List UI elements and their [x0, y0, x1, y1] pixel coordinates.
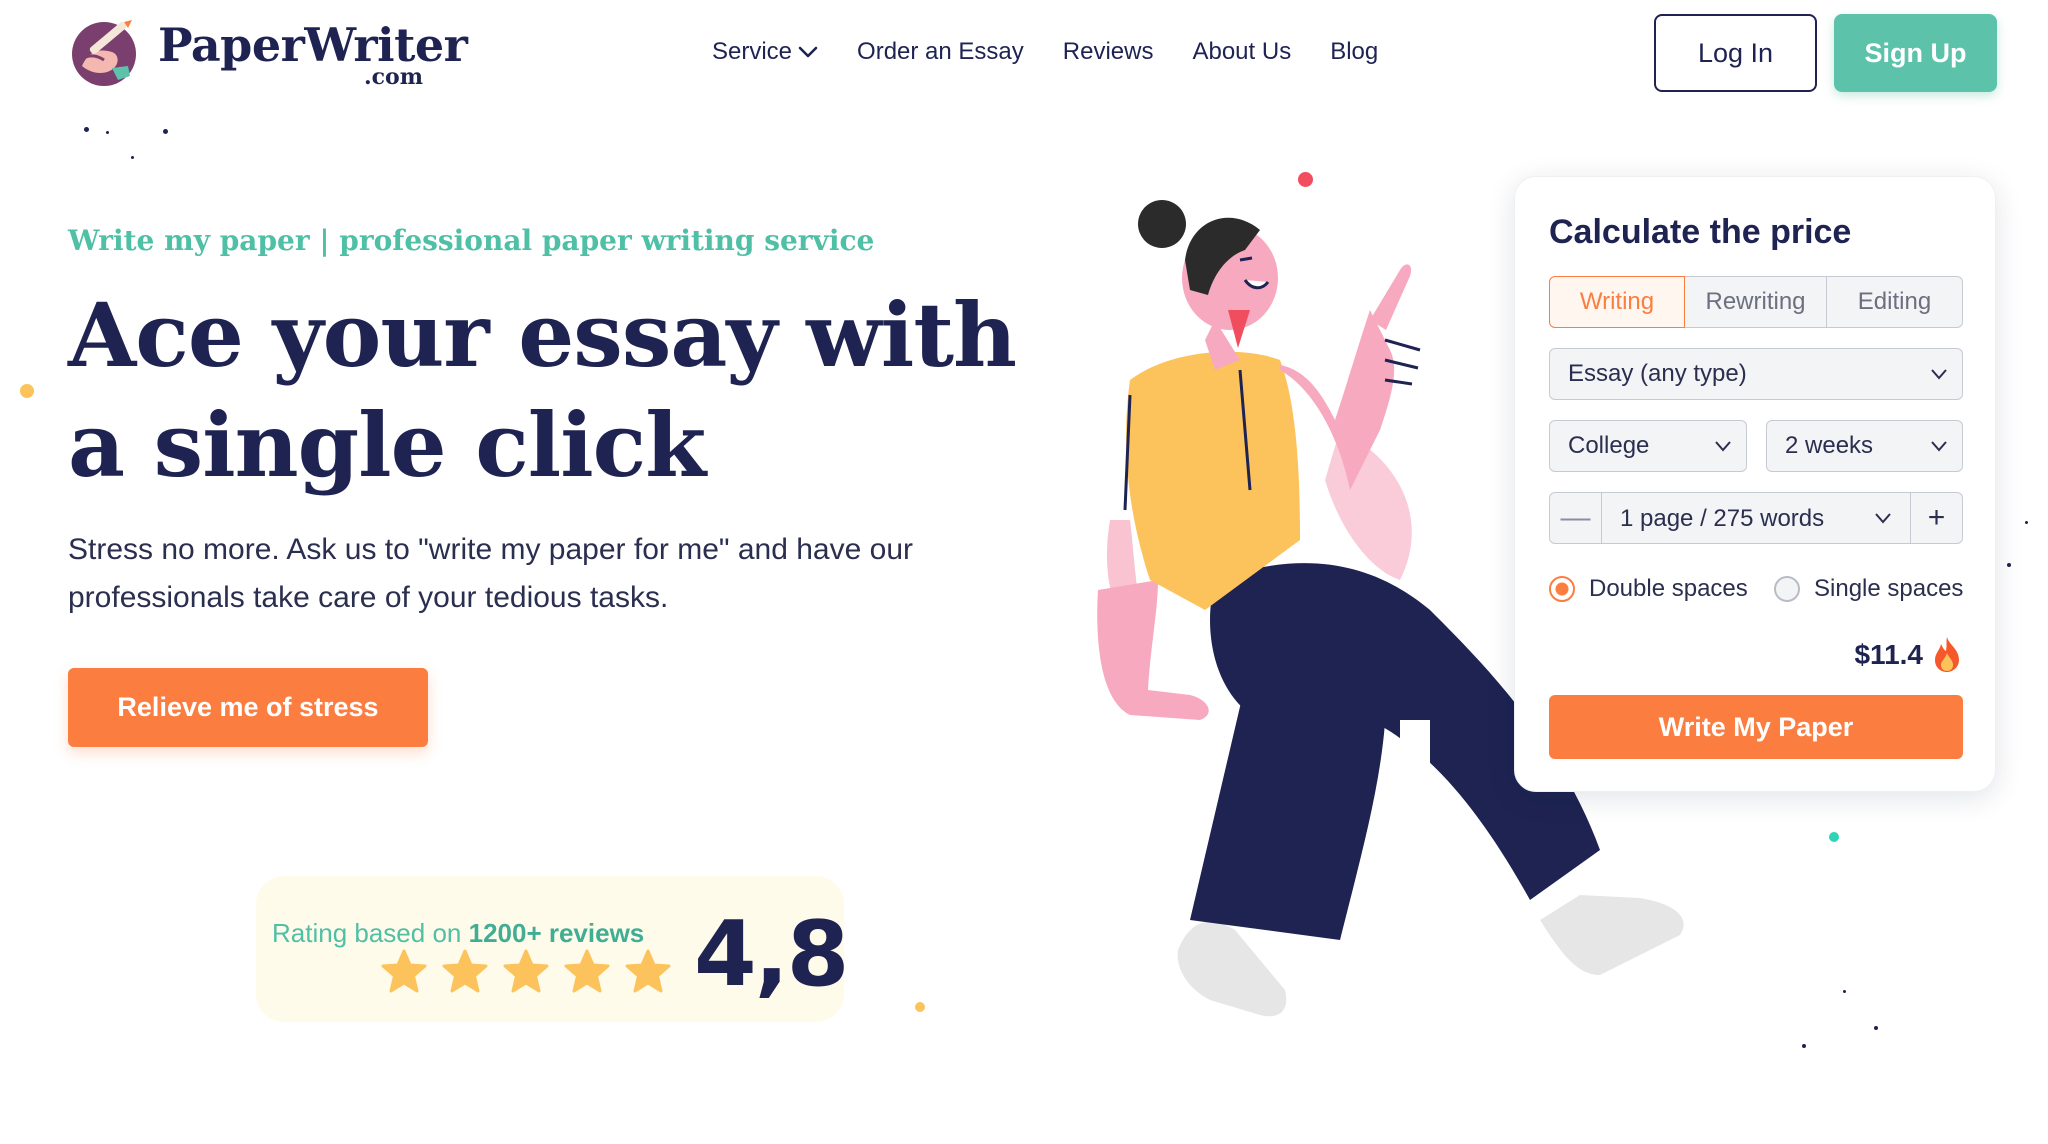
- decor-dot: [1802, 1044, 1806, 1048]
- decor-dot: [915, 1002, 925, 1012]
- nav-about-us[interactable]: About Us: [1192, 38, 1291, 66]
- deadline-value: 2 weeks: [1785, 432, 1874, 459]
- price-calculator: Calculate the price Writing Rewriting Ed…: [1514, 176, 1996, 792]
- headline-line-2: a single click: [68, 393, 706, 497]
- radio-double-spaces[interactable]: Double spaces: [1549, 575, 1748, 603]
- hero-headline: Ace your essay with a single click: [68, 280, 1028, 500]
- hero-subtext: Stress no more. Ask us to "write my pape…: [68, 533, 913, 614]
- nav-service-label: Service: [712, 38, 793, 65]
- chevron-down-icon: [798, 46, 818, 58]
- decor-dot: [163, 129, 168, 134]
- headline-line-1: Ace your essay with: [68, 283, 1017, 387]
- decor-dot: [2007, 563, 2011, 567]
- decor-dot: [2025, 521, 2028, 524]
- site-logo[interactable]: PaperWriter .com: [68, 14, 468, 90]
- rating-review-count: 1200+ reviews: [468, 918, 645, 948]
- star-icon: [442, 949, 488, 993]
- decor-dot: [84, 127, 89, 132]
- star-icon: [564, 949, 610, 993]
- decor-dot: [106, 131, 109, 134]
- minus-icon[interactable]: —: [1550, 493, 1602, 543]
- pages-select[interactable]: 1 page / 275 words: [1620, 505, 1824, 533]
- nav-blog[interactable]: Blog: [1330, 38, 1378, 66]
- radio-single-label: Single spaces: [1814, 575, 1964, 602]
- plus-icon[interactable]: +: [1910, 493, 1962, 543]
- price-value: $11.4: [1854, 639, 1923, 670]
- nav-reviews[interactable]: Reviews: [1063, 38, 1154, 66]
- decor-dot: [1843, 990, 1846, 993]
- spacing-radio-group: Double spaces Single spaces: [1549, 575, 1969, 607]
- rating-card: Rating based on 1200+ reviews 4,8: [256, 876, 849, 1022]
- chevron-down-icon: [1715, 441, 1731, 452]
- radio-double-label: Double spaces: [1589, 575, 1748, 602]
- login-button[interactable]: Log In: [1654, 14, 1817, 92]
- hero-eyebrow: Write my paper | professional paper writ…: [68, 224, 875, 257]
- rating-score: 4,8: [694, 902, 849, 1007]
- academic-level-select[interactable]: College: [1549, 420, 1747, 472]
- main-nav: Service Order an Essay Reviews About Us …: [712, 34, 1378, 70]
- flame-icon: [1935, 637, 1959, 672]
- chevron-down-icon: [1931, 369, 1947, 380]
- rating-caption: Rating based on 1200+ reviews: [272, 918, 644, 949]
- service-tabs: Writing Rewriting Editing: [1549, 276, 1963, 328]
- radio-indicator-unselected: [1774, 576, 1800, 602]
- calculator-title: Calculate the price: [1549, 213, 1852, 251]
- tab-writing[interactable]: Writing: [1549, 276, 1685, 328]
- deadline-select[interactable]: 2 weeks: [1766, 420, 1963, 472]
- tab-editing[interactable]: Editing: [1827, 276, 1963, 328]
- logo-suffix: .com: [364, 64, 424, 90]
- decor-dot: [1874, 1026, 1878, 1030]
- chevron-down-icon: [1931, 441, 1947, 452]
- academic-level-value: College: [1568, 432, 1650, 459]
- signup-button[interactable]: Sign Up: [1834, 14, 1997, 92]
- tab-rewriting[interactable]: Rewriting: [1685, 276, 1827, 328]
- rating-prefix: Rating based on: [272, 918, 462, 948]
- pen-in-hand-logo-icon: [72, 20, 136, 86]
- write-my-paper-button[interactable]: Write My Paper: [1549, 695, 1963, 759]
- nav-order-essay[interactable]: Order an Essay: [857, 38, 1024, 66]
- decor-dot: [131, 156, 134, 159]
- radio-single-spaces[interactable]: Single spaces: [1774, 575, 1963, 603]
- rating-stars: [380, 948, 685, 996]
- star-icon: [503, 949, 549, 993]
- star-icon: [381, 949, 427, 993]
- pages-stepper: — 1 page / 275 words +: [1549, 492, 1963, 544]
- paper-type-select[interactable]: Essay (any type): [1549, 348, 1963, 400]
- decor-dot: [1829, 832, 1839, 842]
- relieve-stress-button[interactable]: Relieve me of stress: [68, 668, 428, 747]
- chevron-down-icon: [1875, 513, 1891, 524]
- nav-service[interactable]: Service: [712, 38, 818, 66]
- paper-type-value: Essay (any type): [1568, 360, 1747, 387]
- decor-dot: [20, 384, 34, 398]
- radio-indicator-selected: [1549, 576, 1575, 602]
- star-icon: [625, 949, 671, 993]
